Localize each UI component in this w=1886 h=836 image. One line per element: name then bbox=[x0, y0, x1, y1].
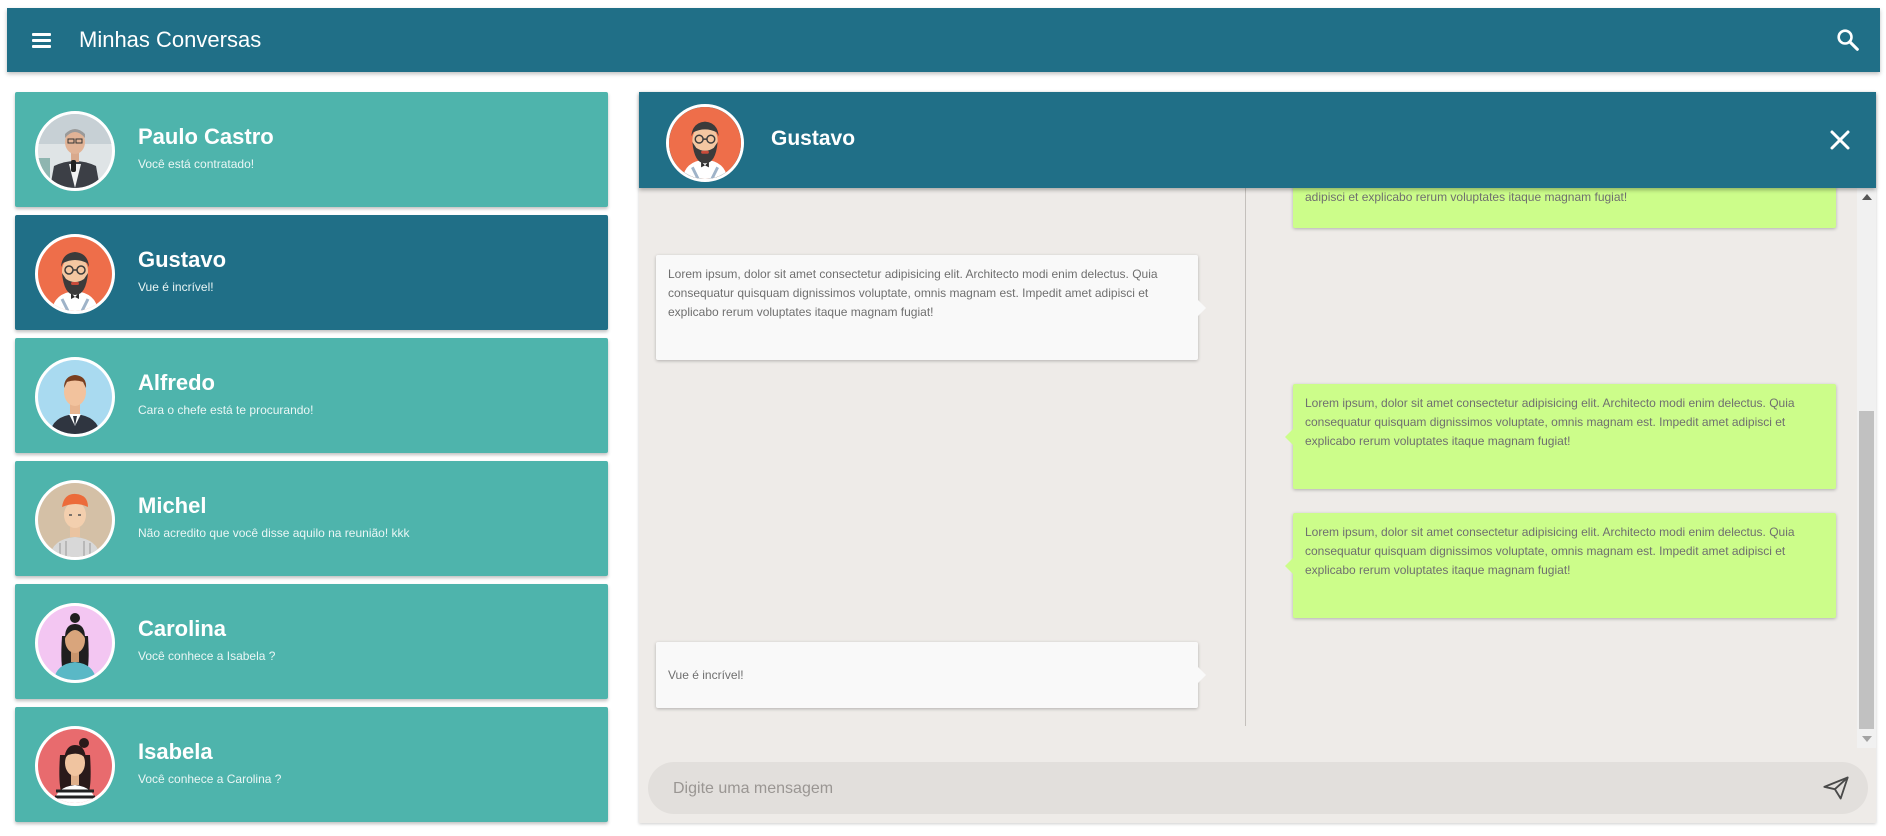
message-scrollbar[interactable] bbox=[1857, 188, 1876, 748]
send-button[interactable] bbox=[1822, 774, 1850, 802]
contact-name: Gustavo bbox=[138, 247, 227, 272]
column-divider bbox=[1245, 188, 1246, 726]
redhead-man-icon bbox=[38, 483, 112, 557]
avatar bbox=[35, 111, 115, 191]
avatar bbox=[35, 357, 115, 437]
person-photo-icon bbox=[38, 114, 112, 188]
menu-icon-bar bbox=[32, 45, 51, 48]
chat-contact-name: Gustavo bbox=[771, 127, 856, 150]
contact-item-paulo-castro[interactable]: Paulo Castro Você está contratado! bbox=[15, 92, 608, 207]
message-composer bbox=[648, 762, 1868, 816]
menu-icon bbox=[32, 33, 51, 36]
message-input[interactable] bbox=[671, 762, 1795, 816]
message-bubble-sent: Lorem ipsum, dolor sit amet consectetur … bbox=[1285, 513, 1836, 618]
contact-name: Paulo Castro bbox=[138, 124, 274, 149]
contact-last-message: Você conhece a Isabela ? bbox=[138, 649, 276, 663]
contact-name: Carolina bbox=[138, 616, 227, 641]
contact-item-gustavo[interactable]: Gustavo Vue é incrível! bbox=[15, 215, 608, 330]
contact-name: Isabela bbox=[138, 739, 213, 764]
contact-last-message: Vue é incrível! bbox=[138, 280, 214, 294]
send-icon bbox=[1823, 776, 1849, 800]
chat-avatar bbox=[666, 104, 744, 182]
menu-icon-bar bbox=[32, 39, 51, 42]
message-bubble-received: Lorem ipsum, dolor sit amet consectetur … bbox=[656, 255, 1206, 360]
search-button[interactable] bbox=[1834, 26, 1862, 54]
avatar bbox=[35, 726, 115, 806]
contact-last-message: Não acredito que você disse aquilo na re… bbox=[138, 526, 410, 540]
message-bubble-sent: adipisci et explicabo rerum voluptates i… bbox=[1293, 188, 1836, 228]
message-bubble-received: Vue é incrível! bbox=[656, 642, 1206, 708]
chat-panel: Gustavo adipisci et explicabo rerum volu… bbox=[639, 92, 1876, 823]
scroll-up-arrow-icon[interactable] bbox=[1862, 194, 1872, 200]
contact-name: Michel bbox=[138, 493, 207, 518]
app-title: Minhas Conversas bbox=[79, 27, 262, 52]
close-chat-button[interactable] bbox=[1828, 128, 1852, 152]
avatar bbox=[35, 603, 115, 683]
message-list: adipisci et explicabo rerum voluptates i… bbox=[639, 188, 1857, 726]
chat-header: Gustavo bbox=[639, 92, 1876, 188]
contact-item-isabela[interactable]: Isabela Você conhece a Carolina ? bbox=[15, 707, 608, 822]
woman-with-bun-icon bbox=[38, 606, 112, 680]
contact-item-alfredo[interactable]: Alfredo Cara o chefe está te procurando! bbox=[15, 338, 608, 453]
scroll-down-arrow-icon[interactable] bbox=[1862, 736, 1872, 742]
man-in-suit-icon bbox=[38, 360, 112, 434]
bearded-man-icon bbox=[38, 237, 112, 311]
contact-item-michel[interactable]: Michel Não acredito que você disse aquil… bbox=[15, 461, 608, 576]
contact-name: Alfredo bbox=[138, 370, 215, 395]
search-icon bbox=[1837, 29, 1859, 51]
woman-striped-shirt-icon bbox=[38, 729, 112, 803]
menu-button[interactable] bbox=[23, 26, 59, 54]
avatar bbox=[35, 234, 115, 314]
avatar bbox=[35, 480, 115, 560]
contact-last-message: Você conhece a Carolina ? bbox=[138, 772, 282, 786]
contact-last-message: Você está contratado! bbox=[138, 157, 255, 171]
message-bubble-sent: Lorem ipsum, dolor sit amet consectetur … bbox=[1285, 384, 1836, 489]
bearded-man-icon bbox=[669, 107, 741, 179]
scrollbar-thumb[interactable] bbox=[1859, 411, 1874, 729]
contact-last-message: Cara o chefe está te procurando! bbox=[138, 403, 314, 417]
app-bar: Minhas Conversas bbox=[7, 8, 1880, 72]
close-icon bbox=[1830, 130, 1850, 150]
contact-item-carolina[interactable]: Carolina Você conhece a Isabela ? bbox=[15, 584, 608, 699]
